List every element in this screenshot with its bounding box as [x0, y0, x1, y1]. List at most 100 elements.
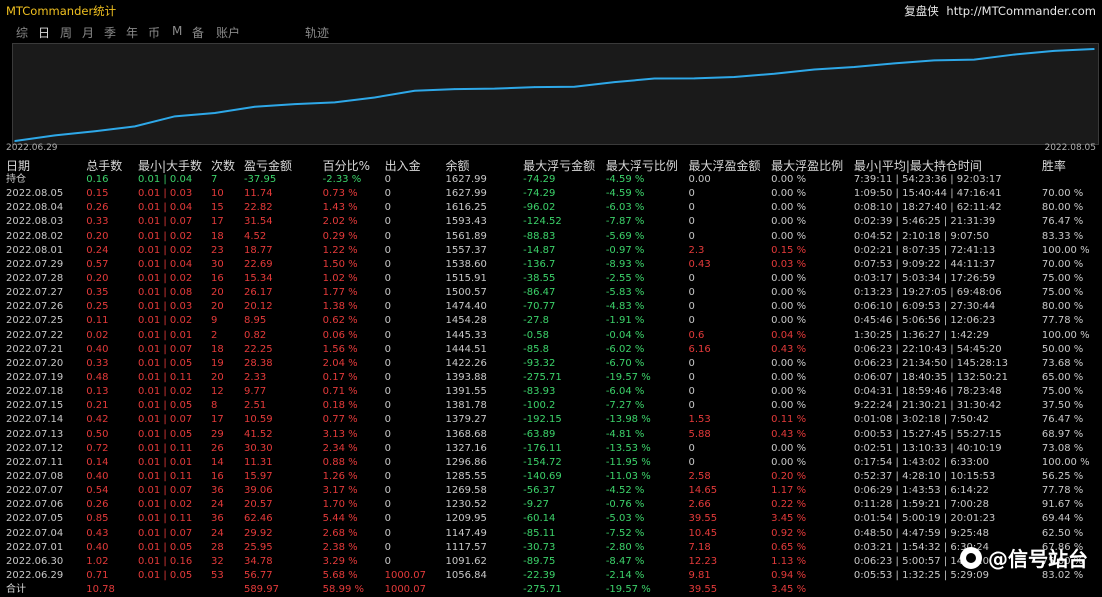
table-cell: 1422.26 — [445, 357, 487, 369]
column-header[interactable]: 胜率 — [1040, 158, 1102, 173]
table-cell: 0 — [384, 442, 391, 454]
column-header[interactable]: 最大浮亏金额 — [521, 158, 604, 173]
table-cell: 0 — [384, 428, 391, 440]
table-cell: 39.06 — [243, 485, 273, 497]
column-header[interactable]: 日期 — [4, 158, 84, 173]
table-cell: 0:02:21 | 8:07:35 | 72:41:13 — [853, 244, 996, 256]
tab-2[interactable]: 周 — [60, 24, 72, 41]
table-row[interactable]: 2022.07.27 0.35 0.01 | 0.08 20 26.17 1.77 % 0 1… — [4, 286, 1102, 300]
site-info: 复盘侠 http://MTCommander.com — [904, 3, 1096, 19]
table-cell: 14.65 — [688, 485, 718, 497]
table-row[interactable]: 2022.08.01 0.24 0.01 | 0.02 23 18.77 1.22 % 0 1… — [4, 244, 1102, 258]
table-cell: 2022.06.30 — [6, 555, 64, 567]
table-cell — [1040, 173, 1102, 187]
table-row[interactable]: 2022.07.06 0.26 0.01 | 0.02 24 20.57 1.70 % 0 1… — [4, 498, 1102, 512]
column-header[interactable]: 百分比% — [321, 158, 383, 173]
tab-10[interactable]: 轨迹 — [305, 24, 329, 41]
table-row[interactable]: 2022.07.26 0.25 0.01 | 0.03 20 20.12 1.38 % 0 1… — [4, 300, 1102, 314]
equity-point — [1053, 50, 1055, 52]
column-header[interactable]: 盈亏金额 — [242, 158, 321, 173]
column-header[interactable]: 次数 — [209, 158, 242, 173]
table-cell: 1.17 % — [771, 485, 807, 497]
table-cell: 0.00 % — [771, 287, 807, 299]
table-row[interactable]: 2022.07.22 0.02 0.01 | 0.01 2 0.82 0.06 % 0 144… — [4, 329, 1102, 343]
table-cell: -5.83 % — [605, 287, 645, 299]
column-header[interactable]: 余额 — [444, 158, 522, 173]
site-url[interactable]: http://MTCommander.com — [946, 4, 1096, 18]
tab-6[interactable]: 币 — [148, 24, 160, 41]
table-row[interactable]: 2022.07.13 0.50 0.01 | 0.05 29 41.52 3.13 % 0 1… — [4, 428, 1102, 442]
table-row[interactable]: 2022.07.04 0.43 0.01 | 0.07 24 29.92 2.68 % 0 1… — [4, 527, 1102, 541]
table-row[interactable]: 2022.06.30 1.02 0.01 | 0.16 32 34.78 3.29 % 0 1… — [4, 555, 1102, 569]
column-header[interactable]: 最大浮亏比例 — [604, 158, 687, 173]
holding-row[interactable]: 持仓 0.16 0.01 | 0.04 7 -37.95 -2.33 % 0 1627.99 -… — [4, 173, 1102, 187]
table-row[interactable]: 2022.06.29 0.71 0.01 | 0.05 53 56.77 5.68 % 10… — [4, 569, 1102, 583]
tab-4[interactable]: 季 — [104, 24, 116, 41]
table-row[interactable]: 2022.07.07 0.54 0.01 | 0.07 36 39.06 3.17 % 0 1… — [4, 484, 1102, 498]
table-cell: -0.97 % — [605, 244, 645, 256]
table-cell: 2022.08.03 — [6, 216, 64, 228]
column-header[interactable]: 最大浮盈金额 — [686, 158, 769, 173]
equity-point — [373, 96, 376, 99]
table-cell: 0:17:54 | 1:43:02 | 6:33:00 — [853, 456, 989, 468]
table-row[interactable]: 2022.07.01 0.40 0.01 | 0.05 28 25.95 2.38 % 0 1… — [4, 541, 1102, 555]
table-row[interactable]: 2022.08.03 0.33 0.01 | 0.07 17 31.54 2.02 % 0 1… — [4, 215, 1102, 229]
table-cell: 5.44 % — [322, 513, 358, 525]
column-header[interactable]: 出入金 — [383, 158, 444, 173]
table-cell: 0 — [384, 202, 391, 214]
tab-3[interactable]: 月 — [82, 24, 94, 41]
table-cell: 1.02 % — [322, 273, 358, 285]
table-row[interactable]: 2022.07.25 0.11 0.01 | 0.02 9 8.95 0.62 % 0 145… — [4, 314, 1102, 328]
table-row[interactable]: 2022.07.28 0.20 0.01 | 0.02 16 15.34 1.02 % 0 1… — [4, 272, 1102, 286]
table-cell: 29.92 — [243, 527, 273, 539]
table-cell: 0.6 — [688, 329, 705, 341]
table-cell: 0.71 — [86, 570, 109, 581]
equity-point — [14, 140, 16, 142]
table-cell: 0.14 — [86, 456, 109, 468]
table-row[interactable]: 2022.07.15 0.21 0.01 | 0.05 8 2.51 0.18 % 0 138… — [4, 399, 1102, 413]
table-cell: -56.37 — [523, 485, 556, 497]
tab-9[interactable]: 账户 — [216, 24, 240, 41]
tab-7[interactable]: M — [172, 24, 182, 38]
tab-1[interactable]: 日 — [38, 24, 50, 41]
table-row[interactable]: 2022.08.04 0.26 0.01 | 0.04 15 22.82 1.43 % 0 1… — [4, 201, 1102, 215]
table-cell: 0 — [384, 471, 391, 483]
table-row[interactable]: 2022.08.05 0.15 0.01 | 0.03 10 11.74 0.73 % 0 1… — [4, 187, 1102, 201]
table-row[interactable]: 2022.07.11 0.14 0.01 | 0.01 14 11.31 0.88 % 0 1… — [4, 456, 1102, 470]
column-header[interactable]: 总手数 — [84, 158, 136, 173]
column-header[interactable]: 最小|平均|最大持仓时间 — [852, 158, 1040, 173]
table-row[interactable]: 2022.07.05 0.85 0.01 | 0.11 36 62.46 5.44 % 0 1… — [4, 512, 1102, 526]
table-cell: -11.03 % — [605, 471, 651, 483]
table-cell: 0.02 — [86, 329, 109, 341]
table-cell: -1.91 % — [605, 315, 645, 327]
equity-point — [613, 81, 616, 83]
column-header[interactable]: 最大浮盈比例 — [769, 158, 852, 173]
table-row[interactable]: 2022.07.19 0.48 0.01 | 0.11 20 2.33 0.17 % 0 13… — [4, 371, 1102, 385]
tab-8[interactable]: 备 — [192, 24, 204, 41]
table-cell: 0.01 | 0.07 — [137, 527, 193, 539]
tab-0[interactable]: 综 — [16, 24, 28, 41]
table-row[interactable]: 2022.08.02 0.20 0.01 | 0.02 18 4.52 0.29 % 0 15… — [4, 230, 1102, 244]
table-row[interactable]: 2022.07.08 0.40 0.01 | 0.11 16 15.97 1.26 % 0 1… — [4, 470, 1102, 484]
table-cell: 0 — [384, 400, 391, 412]
table-cell: 0.54 — [86, 485, 109, 497]
table-cell: 0.00 % — [771, 400, 807, 412]
tab-5[interactable]: 年 — [126, 24, 138, 41]
table-row[interactable]: 2022.07.12 0.72 0.01 | 0.11 26 30.30 2.34 % 0 1… — [4, 442, 1102, 456]
table-row[interactable]: 2022.07.21 0.40 0.01 | 0.07 18 22.25 1.56 % 0 1… — [4, 343, 1102, 357]
table-cell: -9.27 — [523, 499, 550, 511]
table-row[interactable]: 2022.07.18 0.13 0.01 | 0.02 12 9.77 0.71 % 0 13… — [4, 385, 1102, 399]
table-cell: 18.77 — [243, 244, 273, 256]
table-row[interactable]: 2022.07.14 0.42 0.01 | 0.07 17 10.59 0.77 % 0 1… — [4, 413, 1102, 427]
table-cell: 0 — [384, 527, 391, 539]
column-header[interactable]: 最小|大手数 — [136, 158, 209, 173]
table-row[interactable]: 2022.07.20 0.33 0.01 | 0.05 19 28.38 2.04 % 0 1… — [4, 357, 1102, 371]
table-cell: 0.00 — [688, 174, 711, 186]
table-row[interactable]: 2022.07.29 0.57 0.01 | 0.04 30 22.69 1.50 % 0 1… — [4, 258, 1102, 272]
table-cell: 0.65 % — [771, 541, 807, 553]
table-cell: 12 — [210, 386, 224, 398]
table-cell: 0.24 — [86, 244, 109, 256]
table-cell: 1.77 % — [322, 287, 358, 299]
table-cell: 0.00 % — [771, 174, 807, 186]
table-cell: 1.50 % — [322, 258, 358, 270]
